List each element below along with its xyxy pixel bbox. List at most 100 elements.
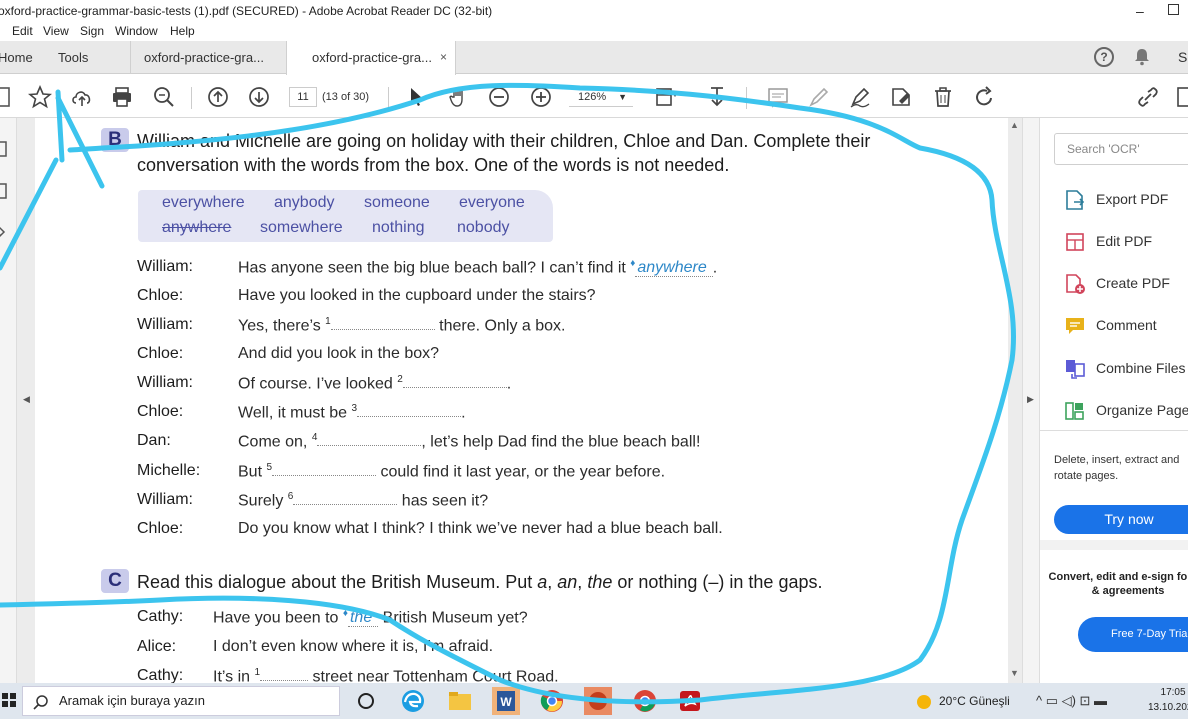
print-icon[interactable] [110,85,134,109]
clock-date: 13.10.2021 [1148,702,1188,713]
dialogue-text: Well, it must be [238,404,352,422]
minimize-button[interactable]: – [1136,0,1144,22]
edit-document-icon[interactable] [1175,85,1188,109]
example-answer: the [347,609,379,628]
dialogue-text: . [461,404,466,422]
menu-help[interactable]: Help [170,22,195,41]
bookmark-star-icon[interactable] [27,84,53,109]
tool-organize-pages[interactable]: Organize Pages [1064,398,1188,424]
close-tab-icon[interactable]: × [440,41,447,74]
system-tray[interactable]: ^ ▭ ◁) ⊡ ▬ [1036,693,1107,709]
left-navigation-pane[interactable] [0,118,17,683]
upload-cloud-icon[interactable] [70,85,94,109]
dialogue-text: has seen it? [397,492,489,510]
page-number-input[interactable]: 11 [289,87,317,107]
speaker-label: William: [137,374,193,391]
word-box-item: everywhere [162,194,245,211]
tab-tools[interactable]: Tools [48,41,138,74]
menu-window[interactable]: Window [115,22,158,41]
speaker-label: William: [137,258,193,275]
word-app-icon[interactable]: W [492,687,520,715]
free-trial-button[interactable]: Free 7-Day Trial [1078,617,1188,652]
menu-bar: Edit View Sign Window Help [0,22,1188,41]
dialogue-line: But 5 could find it last year, or the ye… [238,462,665,481]
share-link-icon[interactable] [1136,85,1160,109]
page-display-icon[interactable] [653,85,677,109]
word-box-item-struck: anywhere [162,219,232,236]
collapse-left-pane-icon[interactable]: ◀ [23,394,30,405]
try-now-button[interactable]: Try now [1054,505,1188,534]
tool-edit-pdf[interactable]: Edit PDF [1064,229,1188,255]
instruction-text: or nothing (–) in the gaps. [612,572,823,592]
dialogue-line: Do you know what I think? I think we’ve … [238,520,723,537]
navigation-icons[interactable] [0,138,11,278]
menu-sign[interactable]: Sign [80,22,104,41]
powerpoint-app-icon[interactable] [584,687,612,715]
rotate-icon[interactable] [972,85,996,109]
file-explorer-icon[interactable] [446,687,474,715]
task-view-icon[interactable] [352,687,380,715]
weather-widget[interactable]: 20°C Güneşli [917,683,1010,719]
export-pdf-icon [1066,190,1085,210]
article-an: an [557,572,578,592]
tab-document-2-label: oxford-practice-gra... [312,50,432,65]
speaker-label: Dan: [137,432,171,449]
select-cursor-icon[interactable] [405,85,429,109]
zoom-level-dropdown[interactable]: 126% ▼ [569,87,633,107]
sign-in-link[interactable]: S [1178,41,1187,74]
toolbar-divider [746,87,747,109]
taskbar-search-input[interactable]: Aramak için buraya yazın [22,686,340,716]
previous-page-icon[interactable] [206,85,230,109]
zoom-in-icon[interactable] [529,85,553,109]
tab-tools-label: Tools [58,50,89,65]
tool-combine-files[interactable]: Combine Files [1064,356,1188,382]
comment-note-icon[interactable] [766,85,790,109]
windows-start-icon[interactable] [2,693,16,707]
tool-comment[interactable]: Comment [1064,313,1188,339]
tools-search-input[interactable]: Search 'OCR' [1054,133,1188,165]
word-box-item: someone [364,194,430,211]
speaker-label: Alice: [137,638,177,655]
section-b-badge: B [101,128,129,152]
highlight-pen-icon[interactable] [807,85,831,109]
menu-view[interactable]: View [43,22,69,41]
tab-document-2[interactable]: oxford-practice-gra... × [286,41,456,75]
answer-gap [272,462,377,477]
acrobat-app-icon[interactable] [676,687,704,715]
scroll-down-icon[interactable]: ▼ [1010,668,1019,678]
save-icon[interactable] [0,85,16,109]
scroll-up-icon[interactable]: ▲ [1010,120,1019,130]
taskbar-clock[interactable]: 17:05 13.10.2021 [1148,685,1188,715]
next-page-icon[interactable] [247,85,271,109]
speaker-label: William: [137,491,193,508]
answer-gap [260,667,309,682]
menu-edit[interactable]: Edit [12,22,33,41]
tab-home[interactable]: Home [0,41,40,74]
speaker-label: Michelle: [137,462,201,479]
tool-create-pdf[interactable]: Create PDF [1064,271,1188,297]
delete-trash-icon[interactable] [931,85,955,109]
chrome-browser-icon[interactable] [538,687,566,715]
fill-sign-icon[interactable] [889,85,913,109]
dialogue-text: . [506,375,512,393]
notification-bell-icon[interactable] [1133,48,1151,66]
hand-tool-icon[interactable] [447,85,471,109]
sign-pen-icon[interactable] [848,85,872,109]
collapse-right-pane-icon[interactable]: ▶ [1027,394,1034,405]
pdf-page[interactable]: B William and Michelle are going on holi… [35,118,1008,683]
dialogue-text: there. Only a box. [434,317,566,335]
edge-browser-icon[interactable] [399,687,427,715]
zoom-out-icon[interactable] [487,85,511,109]
zoom-search-icon[interactable] [152,85,176,109]
answer-gap [330,316,435,331]
dialogue-line: Surely 6 has seen it? [238,491,488,510]
maximize-button[interactable] [1168,4,1179,15]
tool-export-pdf[interactable]: Export PDF [1064,187,1188,213]
speaker-label: Cathy: [137,667,184,683]
help-icon[interactable]: ? [1094,47,1114,67]
scroll-mode-icon[interactable] [705,85,729,109]
dialogue-line: Of course. I’ve looked 2. [238,374,511,393]
tab-document-1[interactable]: oxford-practice-gra... [130,41,285,74]
chrome-profile-icon[interactable] [631,687,659,715]
vertical-scrollbar[interactable] [1008,118,1022,683]
